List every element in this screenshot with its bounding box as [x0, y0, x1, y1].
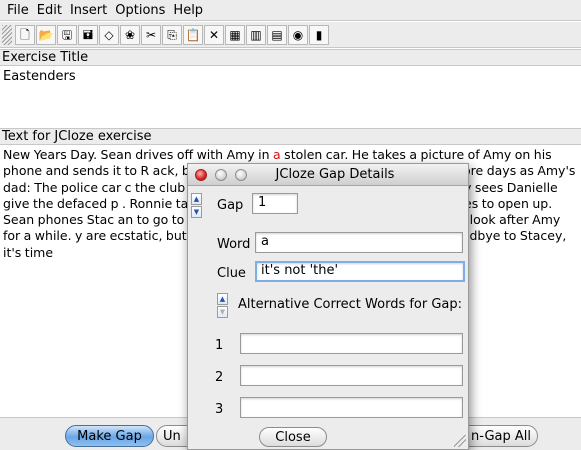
book-icon[interactable]: ▮ [309, 24, 329, 45]
menu-options[interactable]: Options [114, 3, 166, 18]
clue-field[interactable]: it's not 'the' [255, 261, 465, 282]
word-label: Word [217, 237, 251, 252]
gap-details-dialog: JCloze Gap Details ▲ ▼ Gap 1 Word a Clue… [187, 163, 469, 450]
exercise-text-label: Text for JCloze exercise [0, 128, 581, 145]
export-drag-icon[interactable]: ▤ [267, 24, 287, 45]
close-button[interactable]: Close [259, 427, 327, 447]
add-reading-icon[interactable]: ◉ [288, 24, 308, 45]
word-field[interactable]: a [255, 232, 463, 253]
make-gap-button[interactable]: Make Gap [65, 425, 154, 447]
arrow-up-icon[interactable]: ▲ [191, 193, 202, 205]
export-web-icon[interactable]: ▥ [246, 24, 266, 45]
options-icon[interactable]: ❀ [120, 24, 140, 45]
arrow-up-icon[interactable]: ▲ [217, 293, 228, 305]
open-folder-icon[interactable]: 📂 [36, 24, 56, 45]
cut-icon[interactable]: ✂ [141, 24, 161, 45]
toolbar: 🗋 📂 🖫 🖬 ◇ ❀ ✂ ⎘ 📋 ✕ ▦ ▥ ▤ ◉ ▮ [0, 22, 581, 48]
resize-grip-icon[interactable] [454, 435, 466, 447]
alternatives-stepper[interactable]: ▲ ▼ [217, 293, 228, 319]
eraser-icon[interactable]: ◇ [99, 24, 119, 45]
arrow-down-icon[interactable]: ▼ [217, 306, 228, 318]
clue-label: Clue [217, 266, 246, 281]
copy-icon[interactable]: ⎘ [162, 24, 182, 45]
gap-word: a [273, 147, 281, 162]
dialog-title: JCloze Gap Details [275, 167, 395, 182]
alternatives-label: Alternative Correct Words for Gap: [238, 297, 463, 312]
gap-stepper[interactable]: ▲ ▼ [191, 193, 202, 219]
menu-bar: File Edit Insert Options Help [0, 0, 581, 21]
save-icon[interactable]: 🖫 [57, 24, 77, 45]
gap-number-field[interactable]: 1 [252, 193, 298, 214]
delete-icon[interactable]: ✕ [204, 24, 224, 45]
exercise-icon[interactable]: ▦ [225, 24, 245, 45]
arrow-down-icon[interactable]: ▼ [191, 206, 202, 218]
toolbar-grip[interactable] [2, 24, 12, 45]
text-segment: New Years Day. Sean drives off with Amy … [3, 147, 274, 162]
menu-insert[interactable]: Insert [69, 3, 108, 18]
save-as-icon[interactable]: 🖬 [78, 24, 98, 45]
exercise-title-field[interactable]: Eastenders [0, 67, 581, 125]
gap-label: Gap [217, 198, 244, 213]
alternative-field-1[interactable] [240, 333, 463, 354]
alternative-number-label: 2 [215, 370, 224, 385]
menu-file[interactable]: File [6, 3, 30, 18]
alternative-field-3[interactable] [240, 397, 463, 418]
exercise-title-label: Exercise Title [0, 49, 581, 66]
menu-help[interactable]: Help [172, 3, 204, 18]
new-file-icon[interactable]: 🗋 [15, 24, 35, 45]
paste-icon[interactable]: 📋 [183, 24, 203, 45]
menu-edit[interactable]: Edit [36, 3, 63, 18]
dialog-titlebar[interactable]: JCloze Gap Details [188, 164, 468, 186]
alternative-number-label: 3 [215, 402, 224, 417]
alternative-number-label: 1 [215, 338, 224, 353]
alternative-field-2[interactable] [240, 365, 463, 386]
